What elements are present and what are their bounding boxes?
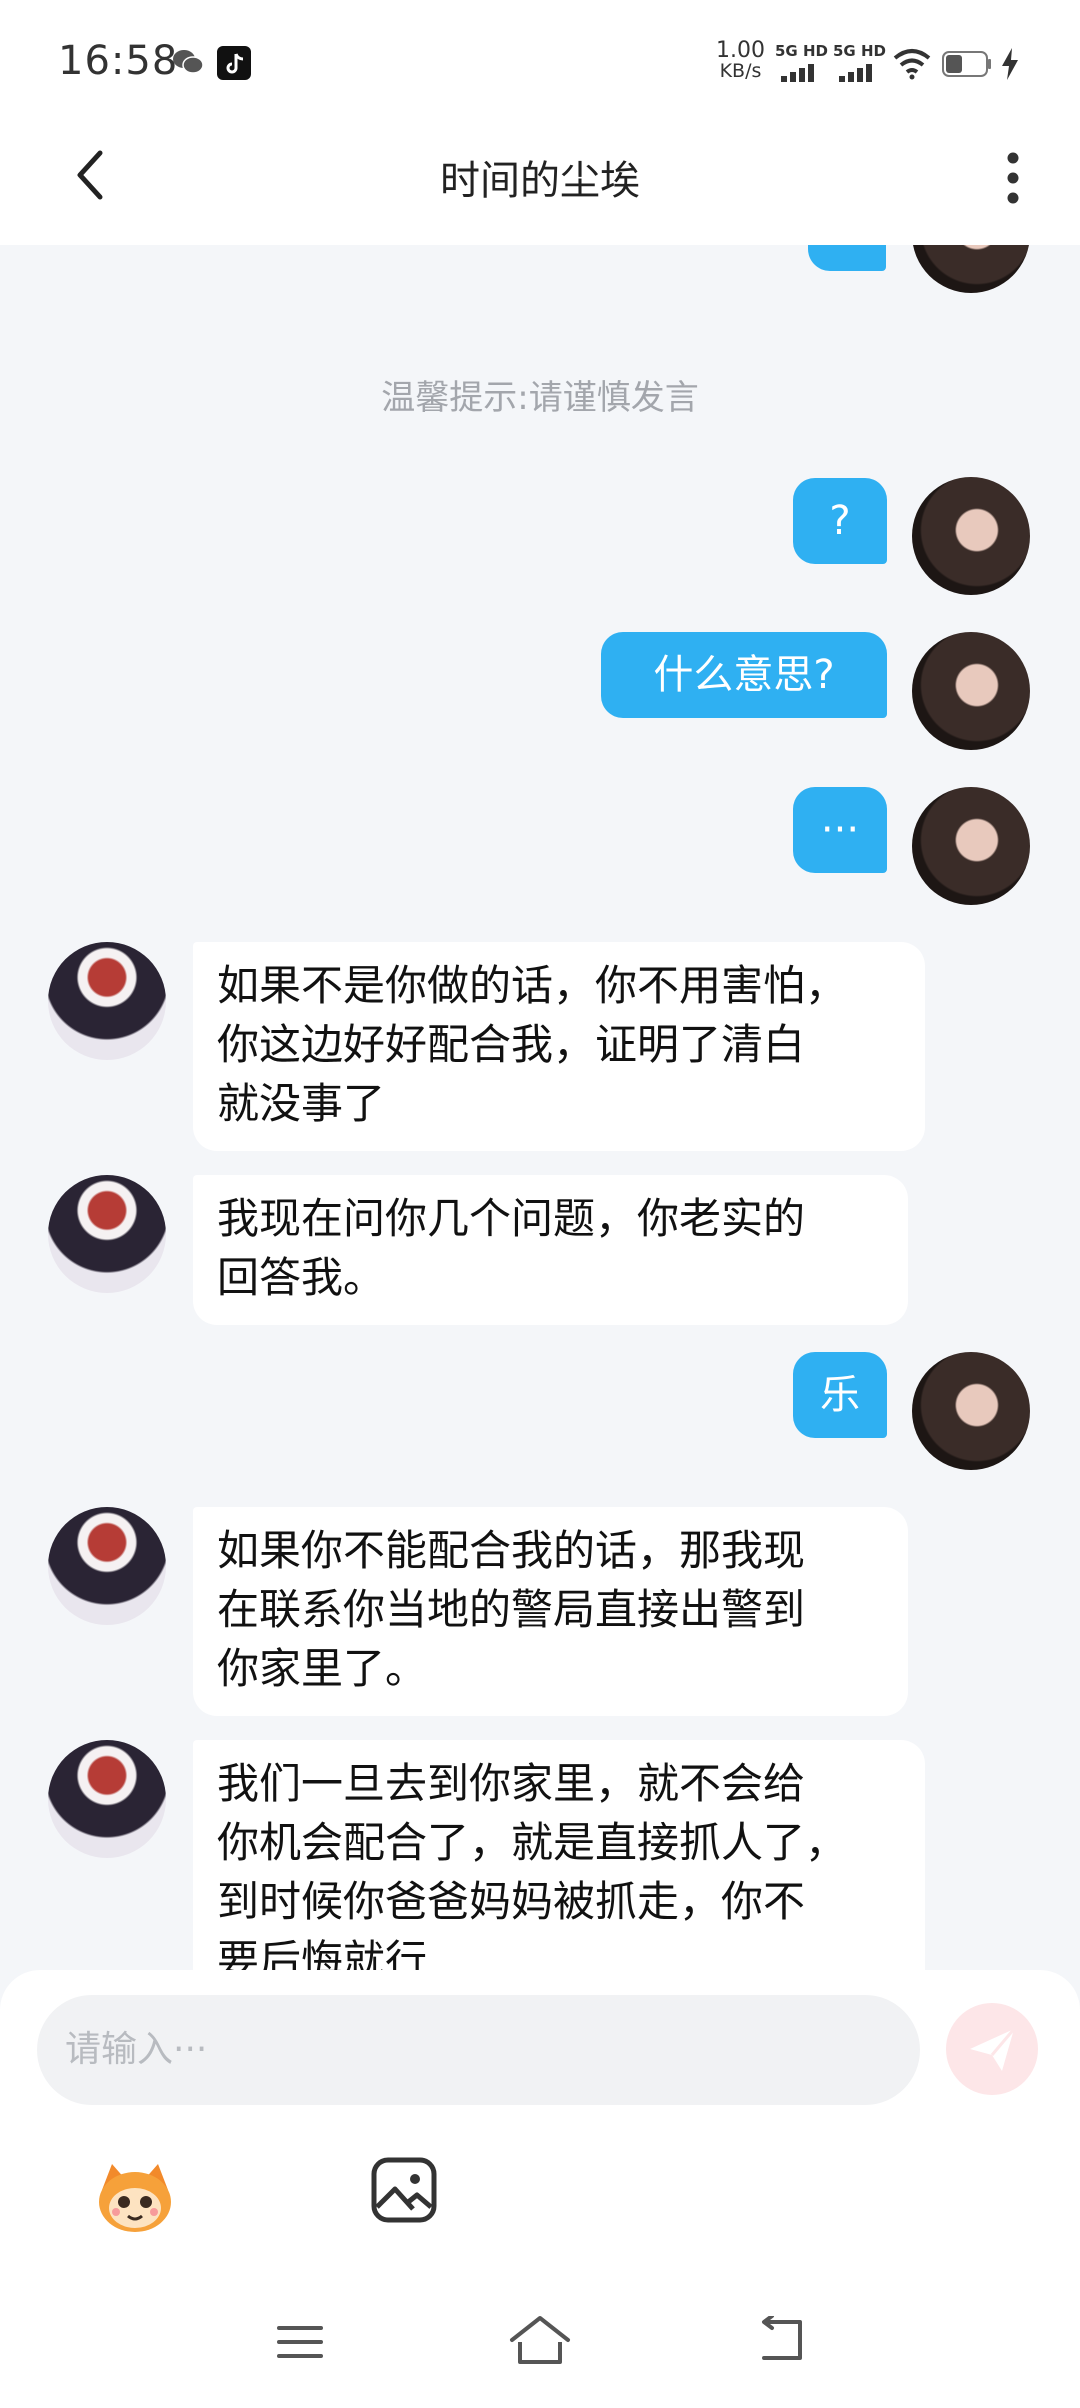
image-button[interactable] bbox=[369, 2155, 439, 2225]
home-icon[interactable] bbox=[508, 2312, 572, 2368]
avatar[interactable] bbox=[912, 787, 1030, 905]
message-line: 我们一旦去到你家里，就不会给 bbox=[217, 1759, 806, 1808]
avatar[interactable] bbox=[912, 245, 1030, 293]
avatar[interactable] bbox=[48, 1507, 166, 1625]
chat-tip: 温馨提示:请谨慎发言 bbox=[381, 378, 699, 418]
charging-icon bbox=[1002, 48, 1018, 80]
status-time: 16:58 bbox=[58, 38, 179, 84]
tiktok-icon bbox=[217, 46, 251, 80]
emoji-button[interactable] bbox=[90, 2150, 180, 2240]
message-bubble-in[interactable]: 我们一旦去到你家里，就不会给 你机会配合了，就是直接抓人了， 到时候你爸爸妈妈被… bbox=[193, 1740, 925, 1973]
send-button[interactable] bbox=[946, 2003, 1038, 2095]
message-bubble-partial[interactable] bbox=[808, 245, 886, 271]
message-line: 就没事了 bbox=[217, 1079, 386, 1128]
page-title: 时间的尘埃 bbox=[440, 158, 640, 204]
message-bubble-out[interactable]: 什么意思? bbox=[601, 632, 887, 718]
net-speed: 1.00 KB/s bbox=[716, 38, 765, 82]
more-vertical-icon[interactable] bbox=[998, 148, 1028, 208]
signal-sim1-icon: 5G HD bbox=[775, 42, 831, 84]
message-bubble-out[interactable]: ··· bbox=[793, 787, 887, 873]
message-line: 到时候你爸爸妈妈被抓走，你不 bbox=[217, 1877, 806, 1926]
message-line: 你这边好好配合我，证明了清白 bbox=[217, 1020, 806, 1069]
menu-icon[interactable] bbox=[275, 2322, 325, 2362]
message-bubble-in[interactable]: 如果不是你做的话，你不用害怕， 你这边好好配合我，证明了清白 就没事了 bbox=[193, 942, 925, 1151]
message-line: 在联系你当地的警局直接出警到 bbox=[217, 1585, 806, 1634]
message-line: 你机会配合了，就是直接抓人了， bbox=[217, 1818, 848, 1867]
status-bar: 16:58 1.00 KB/s 5G HD 5G HD bbox=[0, 0, 1080, 125]
avatar[interactable] bbox=[912, 1352, 1030, 1470]
back-gesture-icon[interactable] bbox=[752, 2316, 808, 2364]
avatar[interactable] bbox=[912, 632, 1030, 750]
message-line: 要后悔就行 bbox=[217, 1936, 428, 1973]
signal-sim2-icon: 5G HD bbox=[833, 42, 889, 84]
message-bubble-out[interactable]: ? bbox=[793, 478, 887, 564]
message-input[interactable]: 请输入··· bbox=[37, 1995, 920, 2105]
message-bubble-in[interactable]: 如果你不能配合我的话，那我现 在联系你当地的警局直接出警到 你家里了。 bbox=[193, 1507, 908, 1716]
wifi-icon bbox=[893, 49, 931, 80]
avatar[interactable] bbox=[912, 477, 1030, 595]
message-line: 回答我。 bbox=[217, 1253, 386, 1302]
emoji-face-icon bbox=[99, 2164, 171, 2232]
message-bubble-in[interactable]: 我现在问你几个问题，你老实的 回答我。 bbox=[193, 1175, 908, 1325]
avatar[interactable] bbox=[48, 942, 166, 1060]
message-bubble-out[interactable]: 乐 bbox=[793, 1352, 887, 1438]
chat-scroll-area[interactable]: 温馨提示:请谨慎发言 ? 什么意思? ··· 如果不是你做的话，你不用害怕， 你… bbox=[0, 245, 1080, 1973]
message-line: 如果不是你做的话，你不用害怕， bbox=[217, 961, 848, 1010]
paper-plane-icon bbox=[970, 2028, 1016, 2071]
wechat-icon bbox=[173, 50, 204, 74]
image-icon bbox=[371, 2157, 437, 2223]
avatar[interactable] bbox=[48, 1740, 166, 1858]
battery-icon bbox=[942, 51, 991, 77]
message-line: 你家里了。 bbox=[217, 1644, 428, 1693]
message-line: 我现在问你几个问题，你老实的 bbox=[217, 1194, 806, 1243]
avatar[interactable] bbox=[48, 1175, 166, 1293]
message-line: 如果你不能配合我的话，那我现 bbox=[217, 1526, 806, 1575]
